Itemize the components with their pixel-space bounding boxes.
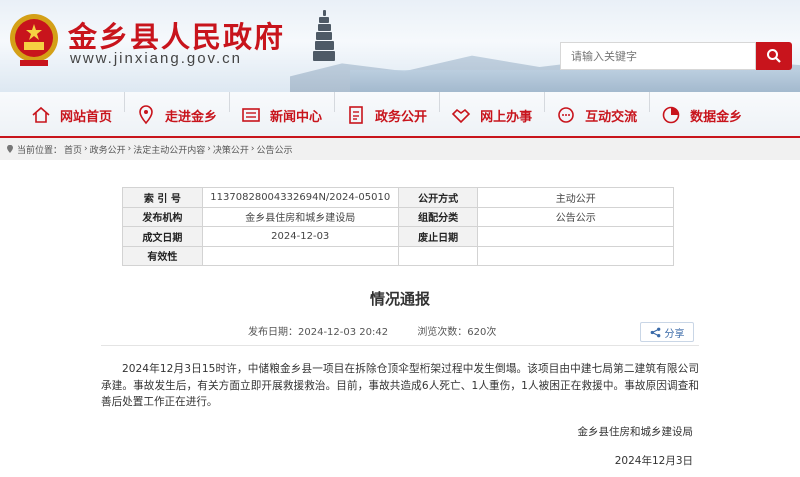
share-icon: [650, 327, 660, 337]
nav-divider: [439, 92, 441, 112]
meta-value: [201, 245, 399, 266]
nav-label: 网上办事: [480, 109, 533, 125]
nav-divider: [334, 92, 336, 112]
meta-value: 主动公开: [477, 187, 674, 208]
meta-empty-cell: [397, 245, 479, 266]
nav-divider: [124, 92, 126, 112]
nav-item-data[interactable]: 数据金乡: [660, 92, 742, 138]
nav-item-interaction[interactable]: 互动交流: [555, 92, 637, 138]
article-body: 2024年12月3日15时许，中储粮金乡县一项目在拆除仓顶伞型桁架过程中发生倒塌…: [101, 363, 699, 408]
nav-label: 互动交流: [585, 109, 638, 125]
main-nav: 网站首页 走进金乡 新闻中心 政务公开 网上办事 互动交流 数据金乡: [0, 92, 800, 138]
article-title: 情况通报: [369, 290, 430, 308]
divider: [101, 345, 699, 346]
meta-key: 发布机构: [122, 206, 203, 227]
table-row: 发布机构 金乡县住房和城乡建设局 组配分类 公告公示: [122, 206, 674, 227]
nav-item-online-services[interactable]: 网上办事: [450, 92, 532, 138]
nav-label: 新闻中心: [270, 109, 323, 125]
nav-label: 走进金乡: [165, 109, 218, 125]
breadcrumb: 当前位置： 首页 › 政务公开 › 法定主动公开内容 › 决策公开 › 公告公示: [0, 138, 800, 160]
nav-divider: [229, 92, 231, 112]
landscape-water: [350, 70, 800, 92]
nav-item-gov-affairs[interactable]: 政务公开: [345, 92, 427, 138]
meta-key: 有效性: [122, 245, 203, 266]
chat-icon: [555, 104, 577, 126]
share-label: 分享: [664, 328, 685, 340]
breadcrumb-item[interactable]: 首页: [64, 143, 82, 156]
breadcrumb-separator: ›: [84, 144, 88, 154]
meta-key: 公开方式: [397, 187, 479, 208]
national-emblem-icon: [8, 12, 60, 70]
table-row: 成文日期 2024-12-03 废止日期: [122, 226, 674, 247]
pagoda-icon: [313, 10, 335, 68]
breadcrumb-separator: ›: [250, 144, 255, 154]
publish-time: 发布日期：2024-12-03 20:42: [248, 327, 389, 338]
document-list-icon: [345, 104, 367, 126]
search-input[interactable]: [560, 42, 756, 70]
nav-label: 政务公开: [375, 109, 428, 125]
meta-value: 11370828004332694N/2024-05010: [201, 187, 399, 208]
breadcrumb-separator: ›: [207, 144, 211, 154]
site-url: www.jinxiang.gov.cn: [70, 50, 242, 67]
nav-label: 数据金乡: [690, 109, 743, 125]
nav-divider: [544, 92, 546, 112]
breadcrumb-item[interactable]: 决策公开: [213, 143, 249, 156]
search-button[interactable]: [756, 42, 792, 70]
table-row: 索 引 号 11370828004332694N/2024-05010 公开方式…: [122, 187, 674, 208]
document-metadata-table: 索 引 号 11370828004332694N/2024-05010 公开方式…: [122, 187, 674, 266]
newspaper-icon: [240, 104, 262, 126]
article-signature: 金乡县住房和城乡建设局: [577, 426, 694, 438]
meta-key: 废止日期: [397, 226, 479, 247]
breadcrumb-item[interactable]: 法定主动公开内容: [133, 143, 205, 156]
data-icon: [660, 104, 682, 126]
meta-value: [477, 226, 674, 247]
nav-label: 网站首页: [60, 109, 113, 125]
meta-empty-cell: [477, 245, 674, 266]
table-row: 有效性: [122, 245, 674, 266]
share-button[interactable]: 分享: [640, 322, 694, 342]
breadcrumb-item[interactable]: 政务公开: [90, 143, 126, 156]
meta-value: 金乡县住房和城乡建设局: [201, 206, 399, 227]
view-count: 浏览次数：620次: [417, 327, 497, 338]
location-icon: [7, 145, 13, 153]
header-banner: 金乡县人民政府 www.jinxiang.gov.cn: [0, 0, 800, 92]
meta-key: 索 引 号: [122, 187, 203, 208]
breadcrumb-item[interactable]: 公告公示: [257, 143, 293, 156]
nav-item-news[interactable]: 新闻中心: [240, 92, 322, 138]
meta-key: 成文日期: [122, 226, 203, 247]
location-pin-icon: [135, 104, 157, 126]
article-date: 2024年12月3日: [614, 455, 693, 467]
meta-key: 组配分类: [397, 206, 479, 227]
article-info: 发布日期：2024-12-03 20:42 浏览次数：620次: [248, 323, 502, 338]
breadcrumb-separator: ›: [127, 144, 132, 154]
breadcrumb-prefix: 当前位置：: [17, 145, 63, 156]
meta-value: 公告公示: [477, 206, 674, 227]
nav-item-home[interactable]: 网站首页: [30, 92, 112, 138]
nav-item-about[interactable]: 走进金乡: [135, 92, 217, 138]
meta-value: 2024-12-03: [201, 226, 399, 247]
home-icon: [30, 104, 52, 126]
search-icon: [767, 49, 781, 63]
nav-divider: [649, 92, 651, 112]
search-box: [560, 42, 792, 70]
handshake-icon: [450, 104, 472, 126]
